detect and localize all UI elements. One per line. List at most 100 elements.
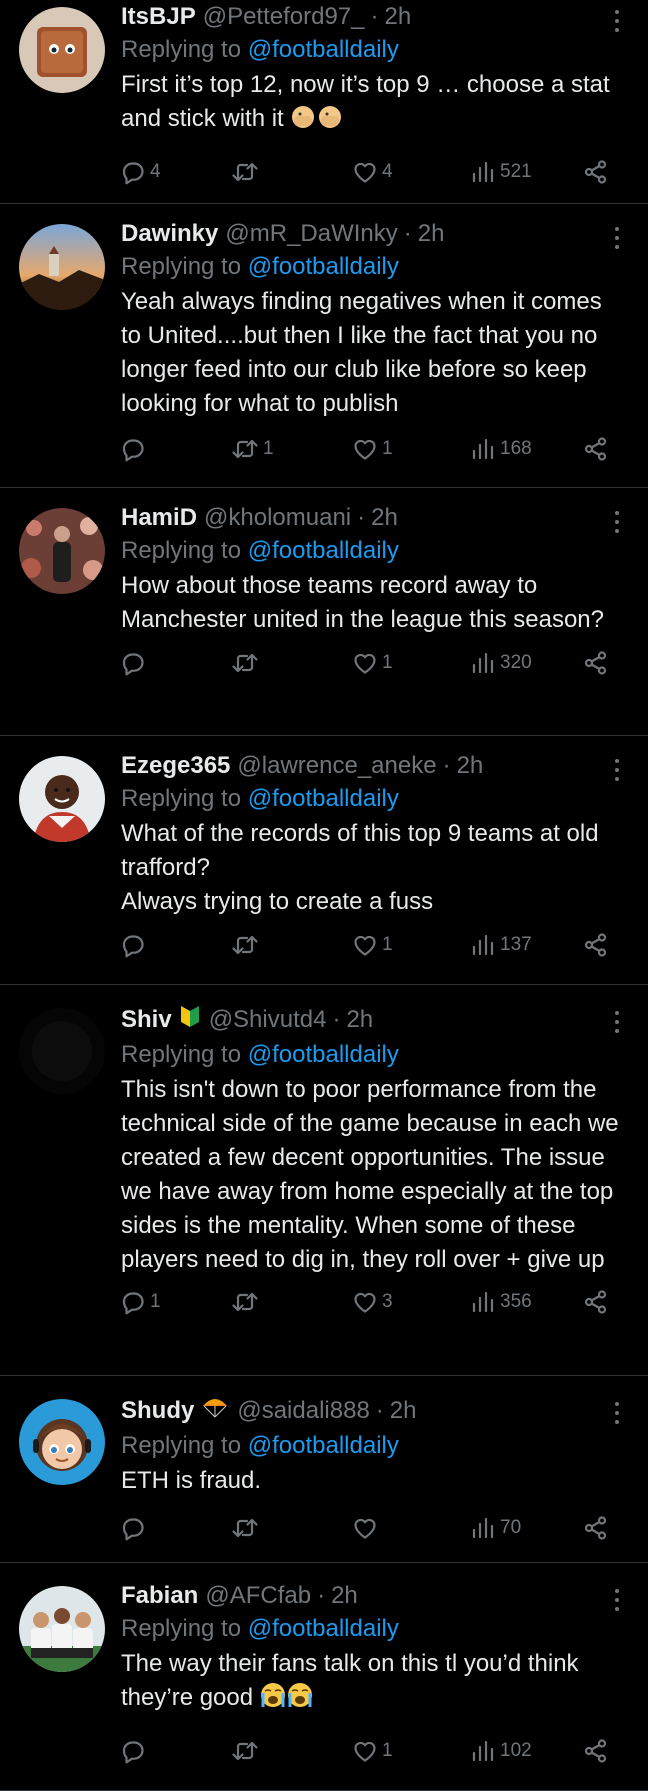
retweet-button[interactable]: [231, 1282, 263, 1322]
views-button[interactable]: 70: [470, 1508, 521, 1548]
tweet-header: Dawinky @mR_DaWInky · 2h: [121, 219, 624, 249]
like-button[interactable]: 1: [352, 429, 393, 469]
reply-button[interactable]: [120, 1508, 150, 1548]
more-options-icon[interactable]: [608, 1011, 626, 1033]
view-count: 70: [500, 1517, 522, 1538]
retweet-button[interactable]: [231, 1731, 263, 1771]
reply-button[interactable]: [120, 643, 150, 683]
more-options-icon[interactable]: [608, 511, 626, 533]
display-name[interactable]: ItsBJP: [121, 2, 196, 32]
mention-link[interactable]: @footballdaily: [248, 253, 399, 280]
mention-link[interactable]: @footballdaily: [248, 1432, 399, 1459]
user-handle[interactable]: @saidali888: [237, 1396, 369, 1426]
retweet-button[interactable]: [231, 1508, 263, 1548]
mention-link[interactable]: @footballdaily: [248, 1615, 399, 1642]
reply-button[interactable]: [120, 1731, 150, 1771]
reply-tweet[interactable]: ItsBJP @Petteford97_ · 2h Replying to @f…: [0, 0, 648, 204]
timestamp[interactable]: 2h: [346, 1005, 373, 1035]
reply-icon: [120, 159, 146, 185]
views-button[interactable]: 168: [470, 429, 532, 469]
avatar[interactable]: [19, 1399, 105, 1485]
views-button[interactable]: 320: [470, 643, 532, 683]
display-name[interactable]: Shudy: [121, 1396, 194, 1426]
timestamp[interactable]: 2h: [418, 219, 445, 249]
views-button[interactable]: 356: [470, 1282, 532, 1322]
reply-tweet[interactable]: HamiD @kholomuani · 2h Replying to @foot…: [0, 488, 648, 736]
like-button[interactable]: [352, 1508, 382, 1548]
avatar[interactable]: [19, 7, 105, 93]
user-handle[interactable]: @AFCfab: [205, 1581, 311, 1611]
avatar[interactable]: [19, 756, 105, 842]
replying-to: Replying to @footballdaily: [121, 1614, 624, 1644]
more-options-icon[interactable]: [608, 227, 626, 249]
avatar[interactable]: [19, 508, 105, 594]
display-name[interactable]: Dawinky: [121, 219, 218, 249]
heart-icon: [352, 650, 378, 676]
reply-button[interactable]: [120, 429, 150, 469]
like-button[interactable]: 4: [352, 152, 393, 192]
reply-button[interactable]: [120, 925, 150, 965]
share-button[interactable]: [583, 429, 609, 469]
views-button[interactable]: 102: [470, 1731, 532, 1771]
separator-dot: ·: [403, 220, 412, 247]
mention-link[interactable]: @footballdaily: [248, 1041, 399, 1068]
views-button[interactable]: 137: [470, 925, 532, 965]
avatar[interactable]: [19, 1586, 105, 1672]
retweet-button[interactable]: 1: [231, 429, 274, 469]
retweet-icon: [231, 159, 259, 185]
retweet-button[interactable]: [231, 152, 263, 192]
reply-button[interactable]: 4: [120, 152, 161, 192]
reply-tweet[interactable]: Ezege365 @lawrence_aneke · 2h Replying t…: [0, 736, 648, 985]
display-name[interactable]: Fabian: [121, 1581, 198, 1611]
timestamp[interactable]: 2h: [390, 1396, 417, 1426]
more-options-icon[interactable]: [608, 759, 626, 781]
more-options-icon[interactable]: [608, 1402, 626, 1424]
user-handle[interactable]: @Petteford97_: [203, 2, 365, 32]
reply-tweet[interactable]: Shiv @Shivutd4 · 2h Replying to @footbal…: [0, 985, 648, 1376]
views-icon: [470, 159, 496, 185]
like-button[interactable]: 3: [352, 1282, 393, 1322]
heart-icon: [352, 932, 378, 958]
timestamp[interactable]: 2h: [371, 503, 398, 533]
timestamp[interactable]: 2h: [331, 1581, 358, 1611]
like-button[interactable]: 1: [352, 1731, 393, 1771]
reply-icon: [120, 650, 146, 676]
reply-icon: [120, 932, 146, 958]
user-handle[interactable]: @kholomuani: [204, 503, 351, 533]
share-button[interactable]: [583, 643, 609, 683]
share-button[interactable]: [583, 1731, 609, 1771]
share-button[interactable]: [583, 1508, 609, 1548]
display-name[interactable]: Ezege365: [121, 751, 230, 781]
reply-tweet[interactable]: Fabian @AFCfab · 2h Replying to @footbal…: [0, 1563, 648, 1791]
timestamp[interactable]: 2h: [457, 751, 484, 781]
more-options-icon[interactable]: [608, 10, 626, 32]
display-name[interactable]: Shiv: [121, 1005, 172, 1035]
mention-link[interactable]: @footballdaily: [248, 785, 399, 812]
mention-link[interactable]: @footballdaily: [248, 537, 399, 564]
views-button[interactable]: 521: [470, 152, 532, 192]
reply-feed: ItsBJP @Petteford97_ · 2h Replying to @f…: [0, 0, 648, 1791]
reply-tweet[interactable]: Shudy @saidali888 · 2h Replying to @foot…: [0, 1376, 648, 1563]
user-handle[interactable]: @lawrence_aneke: [237, 751, 436, 781]
retweet-button[interactable]: [231, 643, 263, 683]
replying-to-label: Replying to: [121, 1041, 242, 1068]
more-options-icon[interactable]: [608, 1589, 626, 1611]
like-button[interactable]: 1: [352, 925, 393, 965]
reply-tweet[interactable]: Dawinky @mR_DaWInky · 2h Replying to @fo…: [0, 204, 648, 488]
avatar[interactable]: [19, 1008, 105, 1094]
user-handle[interactable]: @mR_DaWInky: [225, 219, 397, 249]
retweet-button[interactable]: [231, 925, 263, 965]
avatar[interactable]: [19, 224, 105, 310]
share-button[interactable]: [583, 1282, 609, 1322]
action-bar: 70: [121, 1508, 624, 1548]
retweet-icon: [231, 1515, 259, 1541]
user-handle[interactable]: @Shivutd4: [209, 1005, 327, 1035]
display-name[interactable]: HamiD: [121, 503, 197, 533]
reply-button[interactable]: 1: [120, 1282, 161, 1322]
like-button[interactable]: 1: [352, 643, 393, 683]
share-button[interactable]: [583, 925, 609, 965]
mention-link[interactable]: @footballdaily: [248, 36, 399, 63]
share-button[interactable]: [583, 152, 609, 192]
views-icon: [470, 1289, 496, 1315]
timestamp[interactable]: 2h: [385, 2, 412, 32]
